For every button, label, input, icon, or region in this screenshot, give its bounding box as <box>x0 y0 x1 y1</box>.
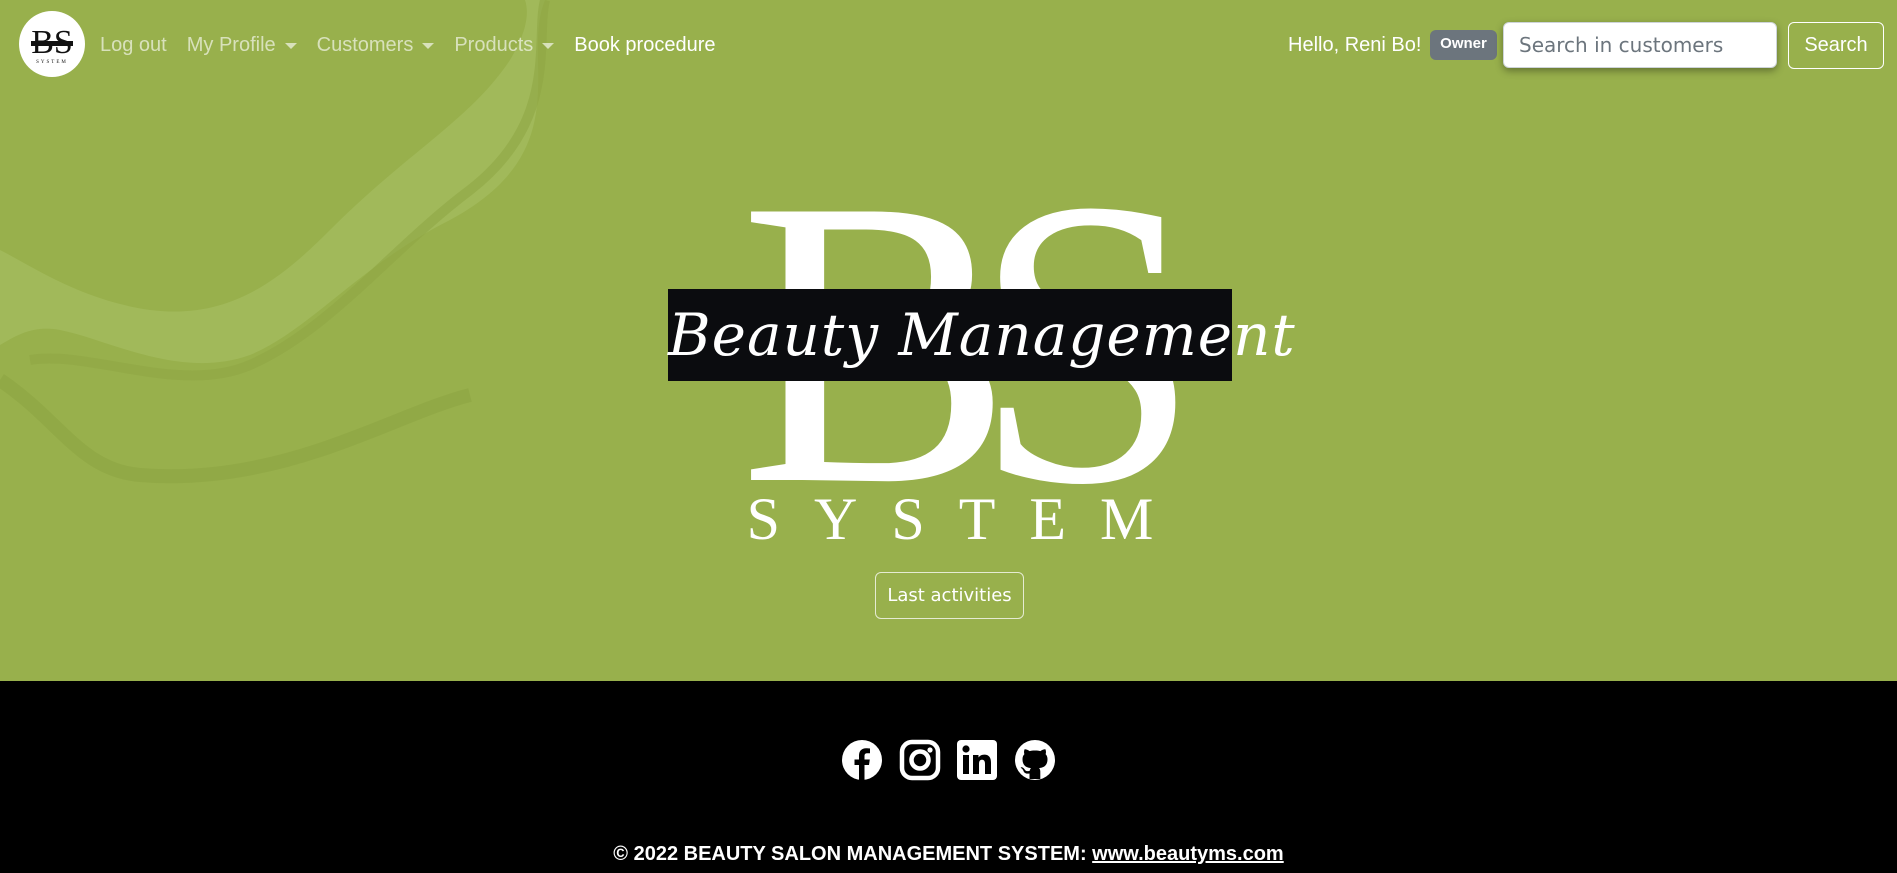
facebook-icon <box>842 740 882 780</box>
nav-book-procedure[interactable]: Book procedure <box>574 34 715 57</box>
last-activities-button[interactable]: Last activities <box>875 572 1024 619</box>
navbar-brand-logo[interactable]: BS SYSTEM <box>19 11 85 77</box>
github-icon <box>1014 740 1055 780</box>
copyright-text: © 2022 BEAUTY SALON MANAGEMENT SYSTEM: <box>613 843 1093 865</box>
chevron-down-icon <box>542 42 555 49</box>
svg-text:SYSTEM: SYSTEM <box>36 60 68 65</box>
search-input[interactable] <box>1503 22 1777 68</box>
brand-logo: BS Beauty Management SYSTEM <box>660 115 1296 555</box>
nav-my-profile-label: My Profile <box>186 34 276 56</box>
tagline-banner: Beauty Management <box>668 289 1296 381</box>
github-link[interactable] <box>1014 739 1056 781</box>
social-links <box>841 739 1071 781</box>
system-word: SYSTEM <box>746 486 1188 552</box>
tagline-text: Beauty Management <box>668 301 1296 369</box>
chevron-down-icon <box>284 42 297 49</box>
linkedin-link[interactable] <box>956 739 998 781</box>
nav-logout[interactable]: Log out <box>100 34 167 57</box>
role-badge: Owner <box>1430 30 1497 60</box>
search-button[interactable]: Search <box>1788 22 1884 69</box>
nav-customers-dropdown[interactable]: Customers <box>317 34 435 57</box>
facebook-link[interactable] <box>841 739 883 781</box>
navbar: BS SYSTEM Log out My Profile Customers P… <box>0 0 1897 92</box>
hero-section: BS SYSTEM Log out My Profile Customers P… <box>0 0 1897 681</box>
nav-products-label: Products <box>454 34 534 56</box>
instagram-icon <box>899 739 940 781</box>
user-greeting: Hello, Reni Bo! <box>1288 34 1422 56</box>
nav-customers-label: Customers <box>316 34 414 56</box>
chevron-down-icon <box>422 42 435 49</box>
nav-links: Log out My Profile Customers Products Bo… <box>100 34 735 57</box>
website-link[interactable]: www.beautyms.com <box>1092 843 1284 865</box>
bs-logo-icon: BS SYSTEM <box>31 24 73 65</box>
linkedin-icon <box>957 740 997 780</box>
nav-my-profile-dropdown[interactable]: My Profile <box>187 34 297 57</box>
nav-products-dropdown[interactable]: Products <box>454 34 555 57</box>
instagram-link[interactable] <box>899 739 941 781</box>
copyright: © 2022 BEAUTY SALON MANAGEMENT SYSTEM: w… <box>0 843 1897 866</box>
